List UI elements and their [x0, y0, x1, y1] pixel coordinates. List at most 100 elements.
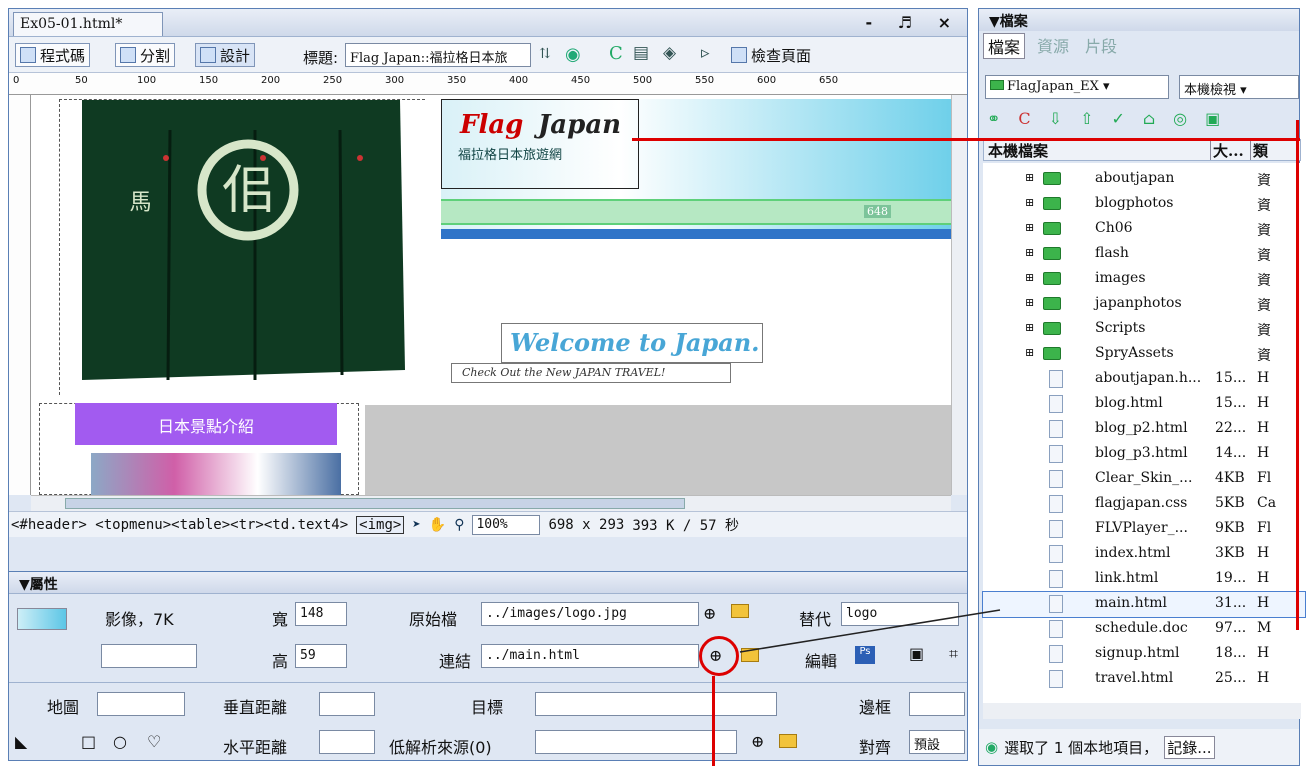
files-status-bar: ◉ 選取了 1 個本地項目， 記錄... — [979, 729, 1299, 765]
hand-tool-icon[interactable]: ✋ — [429, 517, 446, 533]
link-field[interactable]: ../main.html — [481, 644, 699, 668]
files-panel-header[interactable]: ▼檔案 — [979, 9, 1299, 31]
zoom-select[interactable]: 100% — [472, 514, 541, 535]
expand-toggle-icon[interactable]: ⊞ — [1025, 221, 1034, 234]
rect-hotspot-icon[interactable]: □ — [81, 732, 96, 751]
split-view-button[interactable]: 分割 — [115, 43, 176, 67]
folder-row[interactable]: ⊞ blogphotos 資 — [983, 192, 1305, 217]
canvas-vertical-scrollbar[interactable] — [951, 95, 967, 495]
top-menu[interactable]: 648 — [441, 199, 951, 225]
file-row[interactable]: blog.html 15... H — [983, 392, 1305, 417]
file-row[interactable]: travel.html 25... H — [983, 667, 1305, 692]
expand-toggle-icon[interactable]: ⊞ — [1025, 296, 1034, 309]
tag-path[interactable]: <#header> <topmenu><table><tr><td.text4> — [11, 517, 348, 533]
lowsrc-point-to-file-icon[interactable]: ⊕ — [751, 732, 764, 751]
window-dimensions[interactable]: 698 x 293 — [548, 517, 624, 533]
design-view-button[interactable]: 設計 — [195, 43, 256, 67]
border-field[interactable] — [909, 692, 965, 716]
check-page-button[interactable]: 檢查頁面 — [727, 43, 815, 67]
file-list[interactable]: ⊞ aboutjapan 資 ⊞ blogphotos 資 ⊞ Ch06 資 ⊞ flash 資 ⊞ im… — [982, 163, 1306, 703]
view-select[interactable]: 本機檢視 ▾ — [1179, 75, 1299, 99]
file-row[interactable]: FLVPlayer_... 9KB Fl — [983, 517, 1305, 542]
folder-row[interactable]: ⊞ aboutjapan 資 — [983, 167, 1305, 192]
file-row[interactable]: index.html 3KB H — [983, 542, 1305, 567]
tab-files[interactable]: 檔案 — [983, 33, 1026, 59]
refresh-files-icon[interactable]: C — [1018, 109, 1030, 128]
window-controls[interactable]: - ♬ × — [865, 13, 961, 32]
document-tab[interactable]: Ex05-01.html* — [13, 12, 163, 36]
map-field[interactable] — [97, 692, 185, 716]
expand-toggle-icon[interactable]: ⊞ — [1025, 171, 1034, 184]
refresh-icon[interactable]: C — [609, 43, 623, 64]
hspace-field[interactable] — [319, 730, 375, 754]
expand-toggle-icon[interactable]: ⊞ — [1025, 196, 1034, 209]
zoom-tool-icon[interactable]: ⚲ — [454, 517, 464, 533]
col-type[interactable]: 類 — [1250, 140, 1268, 160]
src-point-to-file-icon[interactable]: ⊕ — [703, 604, 716, 623]
nav-purple-button[interactable]: 日本景點介紹 — [75, 403, 337, 445]
file-row[interactable]: main.html 31... H — [982, 591, 1306, 618]
visual-aids-icon[interactable]: ◈ — [663, 43, 676, 63]
expand-toggle-icon[interactable]: ⊞ — [1025, 246, 1034, 259]
expand-toggle-icon[interactable]: ⊞ — [1025, 346, 1034, 359]
col-size[interactable]: 大... — [1210, 140, 1250, 160]
folder-row[interactable]: ⊞ japanphotos 資 — [983, 292, 1305, 317]
folder-row[interactable]: ⊞ Scripts 資 — [983, 317, 1305, 342]
pointer-hotspot-icon[interactable]: ◣ — [15, 732, 27, 751]
properties-header[interactable]: ▼屬性 — [9, 572, 967, 594]
code-view-button[interactable]: 程式碼 — [15, 43, 91, 67]
tab-assets[interactable]: 資源 — [1033, 33, 1073, 59]
target-select[interactable] — [535, 692, 777, 716]
src-field[interactable]: ../images/logo.jpg — [481, 602, 699, 626]
log-button[interactable]: 記錄... — [1164, 735, 1215, 759]
width-field[interactable]: 148 — [295, 602, 347, 626]
scrollbar-thumb[interactable] — [65, 498, 685, 509]
folder-row[interactable]: ⊞ Ch06 資 — [983, 217, 1305, 242]
circle-hotspot-icon[interactable]: ○ — [113, 732, 127, 751]
folder-row[interactable]: ⊞ SpryAssets 資 — [983, 342, 1305, 367]
site-select[interactable]: FlagJapan_EX ▾ — [985, 75, 1169, 99]
file-row[interactable]: link.html 19... H — [983, 567, 1305, 592]
col-local-files[interactable]: 本機檔案 — [984, 140, 1210, 160]
height-field[interactable]: 59 — [295, 644, 347, 668]
validate-icon[interactable]: ▹ — [701, 43, 710, 63]
selected-tag[interactable]: <img> — [356, 515, 405, 534]
file-row[interactable]: Clear_Skin_... 4KB Fl — [983, 467, 1305, 492]
file-row[interactable]: blog_p3.html 14... H — [983, 442, 1305, 467]
file-row[interactable]: aboutjapan.h... 15... H — [983, 367, 1305, 392]
image-id-field[interactable] — [101, 644, 197, 668]
folder-row[interactable]: ⊞ flash 資 — [983, 242, 1305, 267]
logo-image[interactable]: Flag Japan 福拉格日本旅遊網 — [441, 99, 639, 189]
sync-icon[interactable]: ◎ — [1173, 109, 1187, 128]
check-in-icon[interactable]: ⌂ — [1143, 109, 1155, 128]
put-files-icon[interactable]: ⇧ — [1080, 109, 1093, 128]
folder-row[interactable]: ⊞ images 資 — [983, 267, 1305, 292]
files-horizontal-scrollbar[interactable] — [983, 703, 1301, 719]
expand-icon[interactable]: ▣ — [1205, 109, 1220, 128]
title-input[interactable]: Flag Japan::福拉格日本旅 — [345, 43, 531, 67]
file-management-icon[interactable]: ⇅ — [539, 46, 551, 62]
file-row[interactable]: signup.html 18... H — [983, 642, 1305, 667]
lowsrc-folder-icon[interactable] — [779, 734, 797, 748]
file-row[interactable]: flagjapan.css 5KB Ca — [983, 492, 1305, 517]
view-options-icon[interactable]: ▤ — [633, 43, 649, 63]
tab-snippets[interactable]: 片段 — [1081, 33, 1121, 59]
connect-icon[interactable]: ⚭ — [987, 109, 1000, 128]
files-status-text: 選取了 1 個本地項目， — [1004, 738, 1159, 757]
get-files-icon[interactable]: ⇩ — [1049, 109, 1062, 128]
polygon-hotspot-icon[interactable]: ♡ — [147, 732, 161, 751]
canvas-horizontal-scrollbar[interactable] — [31, 495, 951, 511]
select-tool-icon[interactable]: ➤ — [412, 517, 420, 533]
expand-toggle-icon[interactable]: ⊞ — [1025, 321, 1034, 334]
item-name: japanphotos — [1095, 295, 1182, 311]
noren-image-frame[interactable]: 佀 馬 — [59, 99, 426, 396]
expand-toggle-icon[interactable]: ⊞ — [1025, 271, 1034, 284]
check-out-icon[interactable]: ✓ — [1111, 109, 1124, 128]
file-row[interactable]: schedule.doc 97... M — [983, 617, 1305, 642]
lowsrc-field[interactable] — [535, 730, 737, 754]
vspace-field[interactable] — [319, 692, 375, 716]
preview-globe-icon[interactable]: ◉ — [565, 44, 581, 65]
align-select[interactable]: 預設 — [909, 730, 965, 754]
design-canvas[interactable]: 佀 馬 Flag Japan 福拉格日本旅遊網 648 Welcome to J… — [31, 95, 951, 495]
file-row[interactable]: blog_p2.html 22... H — [983, 417, 1305, 442]
